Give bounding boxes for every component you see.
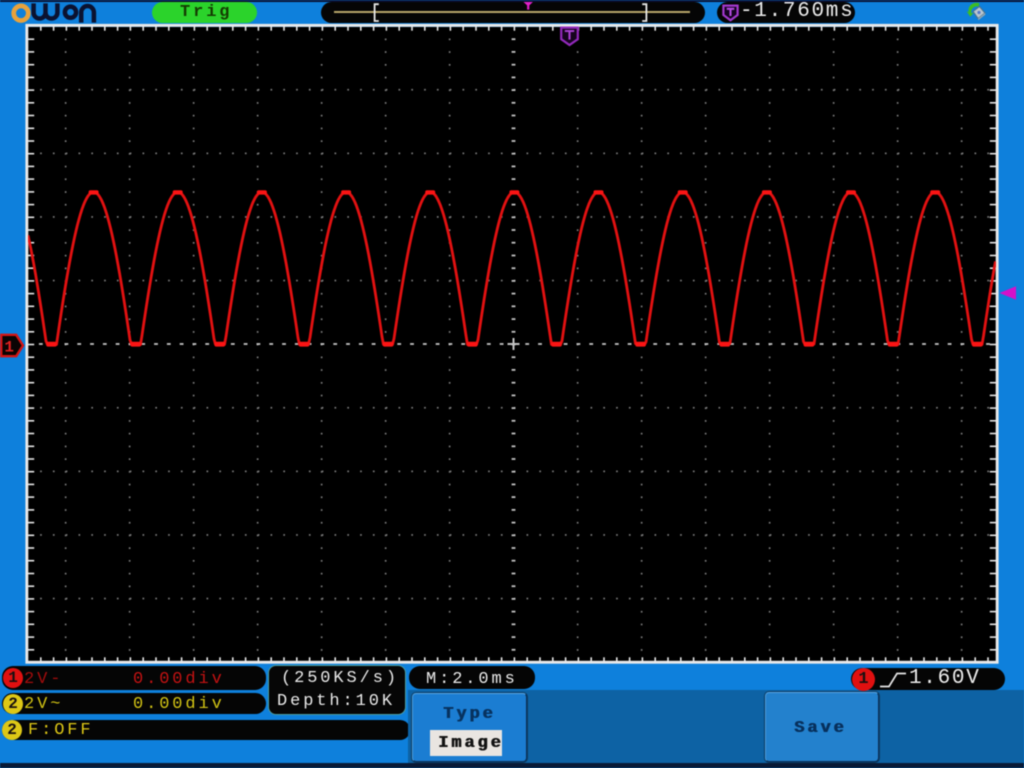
svg-text:1: 1	[4, 339, 14, 357]
